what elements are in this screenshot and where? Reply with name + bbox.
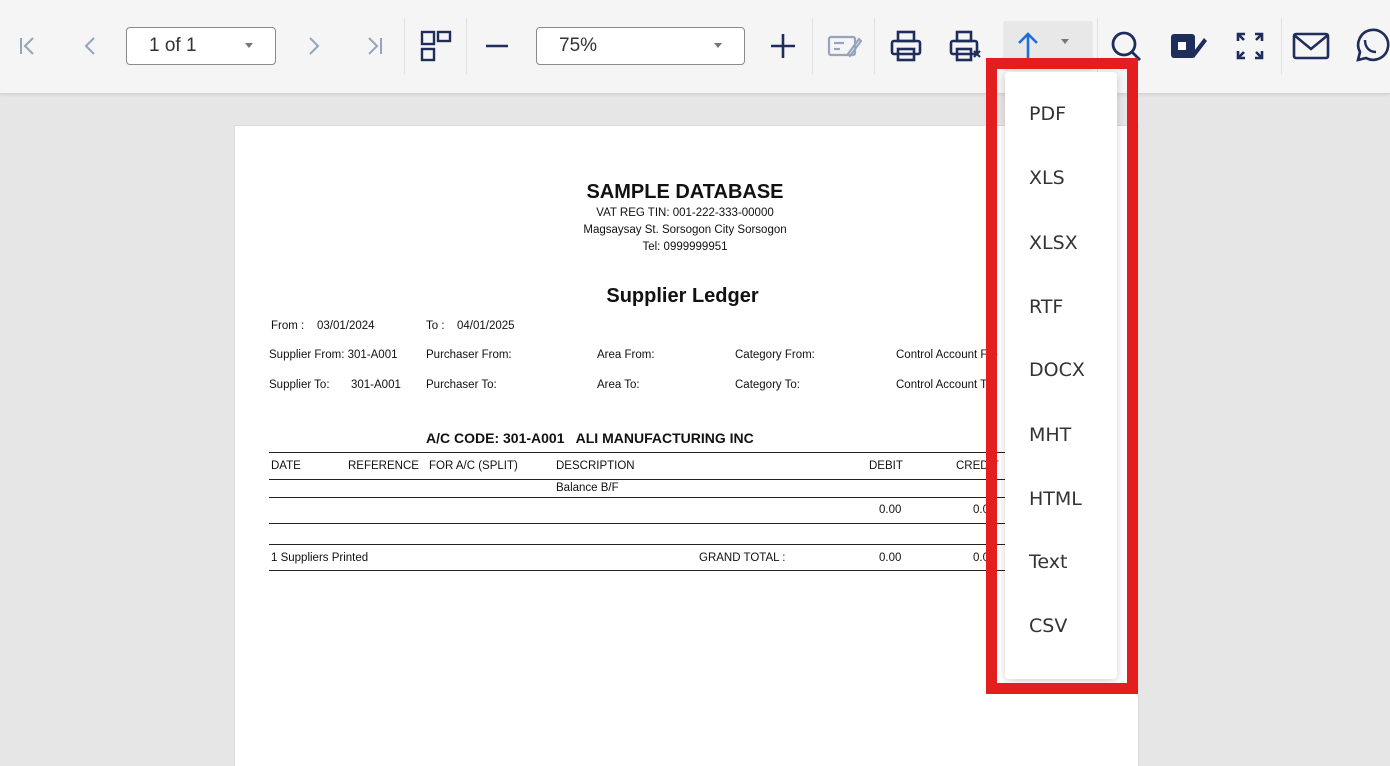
from-value: 03/01/2024 — [317, 320, 375, 332]
fullscreen-icon[interactable] — [1230, 22, 1270, 70]
export-option-html[interactable]: HTML — [1029, 488, 1082, 510]
purchaser-from: Purchaser From: — [426, 349, 512, 361]
last-page-icon[interactable] — [358, 22, 390, 70]
report-page: SAMPLE DATABASE VAT REG TIN: 001-222-333… — [234, 125, 1139, 766]
column-header-credit: CREDIT — [956, 460, 999, 472]
zoom-selector[interactable]: 75% — [536, 27, 745, 65]
toolbar-separator — [874, 18, 875, 74]
next-page-icon[interactable] — [298, 22, 330, 70]
zoom-selector-value: 75% — [559, 35, 598, 56]
to-value: 04/01/2025 — [457, 320, 515, 332]
column-header-debit: DEBIT — [869, 460, 903, 472]
export-option-rtf[interactable]: RTF — [1029, 296, 1063, 318]
toolbar-separator — [1281, 18, 1282, 74]
grand-total-label: GRAND TOTAL : — [699, 552, 786, 564]
grand-total-credit: 0.00 — [973, 552, 996, 564]
report-title: Supplier Ledger — [606, 285, 759, 307]
divider — [269, 570, 1059, 571]
chevron-down-icon — [714, 43, 722, 48]
company-name: SAMPLE DATABASE — [586, 181, 784, 203]
column-header-description: DESCRIPTION — [556, 460, 635, 472]
page-selector-value: 1 of 1 — [149, 35, 197, 56]
balance-bf: Balance B/F — [556, 482, 619, 494]
divider — [269, 497, 1059, 498]
divider — [269, 452, 1059, 453]
whatsapp-icon[interactable] — [1350, 22, 1390, 70]
subtotal-debit: 0.00 — [879, 504, 902, 516]
divider — [269, 544, 1059, 545]
signature-icon[interactable] — [1168, 22, 1208, 70]
export-option-xls[interactable]: XLS — [1029, 167, 1065, 189]
column-header-reference: REFERENCE — [348, 460, 419, 472]
from-label: From : — [271, 320, 305, 332]
subtotal-credit: 0.00 — [973, 504, 996, 516]
to-label: To : — [426, 320, 445, 332]
suppliers-printed: 1 Suppliers Printed — [271, 552, 369, 564]
thumbnails-icon[interactable] — [416, 22, 456, 70]
export-button[interactable] — [1003, 21, 1093, 71]
supplier-from: Supplier From: 301-A001 — [269, 349, 398, 361]
zoom-out-icon[interactable] — [480, 22, 514, 70]
tel-line: Tel: 0999999951 — [642, 241, 728, 253]
chevron-down-icon — [245, 43, 253, 48]
zoom-in-icon[interactable] — [766, 22, 800, 70]
toolbar-separator — [466, 18, 467, 74]
email-icon[interactable] — [1290, 22, 1332, 70]
supplier-to-label: Supplier To: — [269, 379, 330, 391]
vat-line: VAT REG TIN: 001-222-333-00000 — [596, 207, 774, 219]
toolbar-separator — [404, 18, 405, 74]
supplier-to-value: 301-A001 — [351, 379, 401, 391]
category-from: Category From: — [735, 349, 815, 361]
divider — [269, 479, 1059, 480]
grand-total-debit: 0.00 — [879, 552, 902, 564]
chevron-down-icon — [1061, 39, 1069, 44]
toolbar-separator — [1097, 18, 1098, 74]
area-from: Area From: — [597, 349, 655, 361]
control-account-from: Control Account Fro — [896, 349, 998, 361]
control-account-to: Control Account To: — [896, 379, 996, 391]
export-option-mht[interactable]: MHT — [1029, 424, 1071, 446]
area-to: Area To: — [597, 379, 640, 391]
purchaser-to: Purchaser To: — [426, 379, 497, 391]
export-option-text[interactable]: Text — [1029, 551, 1067, 573]
export-icon — [1013, 21, 1043, 71]
search-icon[interactable] — [1108, 22, 1144, 70]
divider — [269, 523, 1059, 524]
export-option-xlsx[interactable]: XLSX — [1029, 232, 1078, 254]
column-header-for-ac: FOR A/C (SPLIT) — [429, 460, 518, 472]
category-to: Category To: — [735, 379, 800, 391]
export-option-docx[interactable]: DOCX — [1029, 359, 1085, 381]
quick-print-icon[interactable] — [946, 22, 986, 70]
export-format-menu: PDF XLS XLSX RTF DOCX MHT HTML Text CSV — [1005, 72, 1117, 679]
page-selector[interactable]: 1 of 1 — [126, 27, 276, 65]
edit-form-icon[interactable] — [824, 22, 864, 70]
column-header-date: DATE — [271, 460, 301, 472]
first-page-icon[interactable] — [12, 22, 44, 70]
export-option-csv[interactable]: CSV — [1029, 615, 1067, 637]
viewer-toolbar: 1 of 1 75% — [0, 0, 1390, 94]
prev-page-icon[interactable] — [74, 22, 106, 70]
export-option-pdf[interactable]: PDF — [1029, 103, 1066, 125]
toolbar-separator — [812, 18, 813, 74]
address-line: Magsaysay St. Sorsogon City Sorsogon — [583, 224, 787, 236]
print-icon[interactable] — [886, 22, 926, 70]
account-heading: A/C CODE: 301-A001 ALI MANUFACTURING INC — [426, 430, 754, 446]
